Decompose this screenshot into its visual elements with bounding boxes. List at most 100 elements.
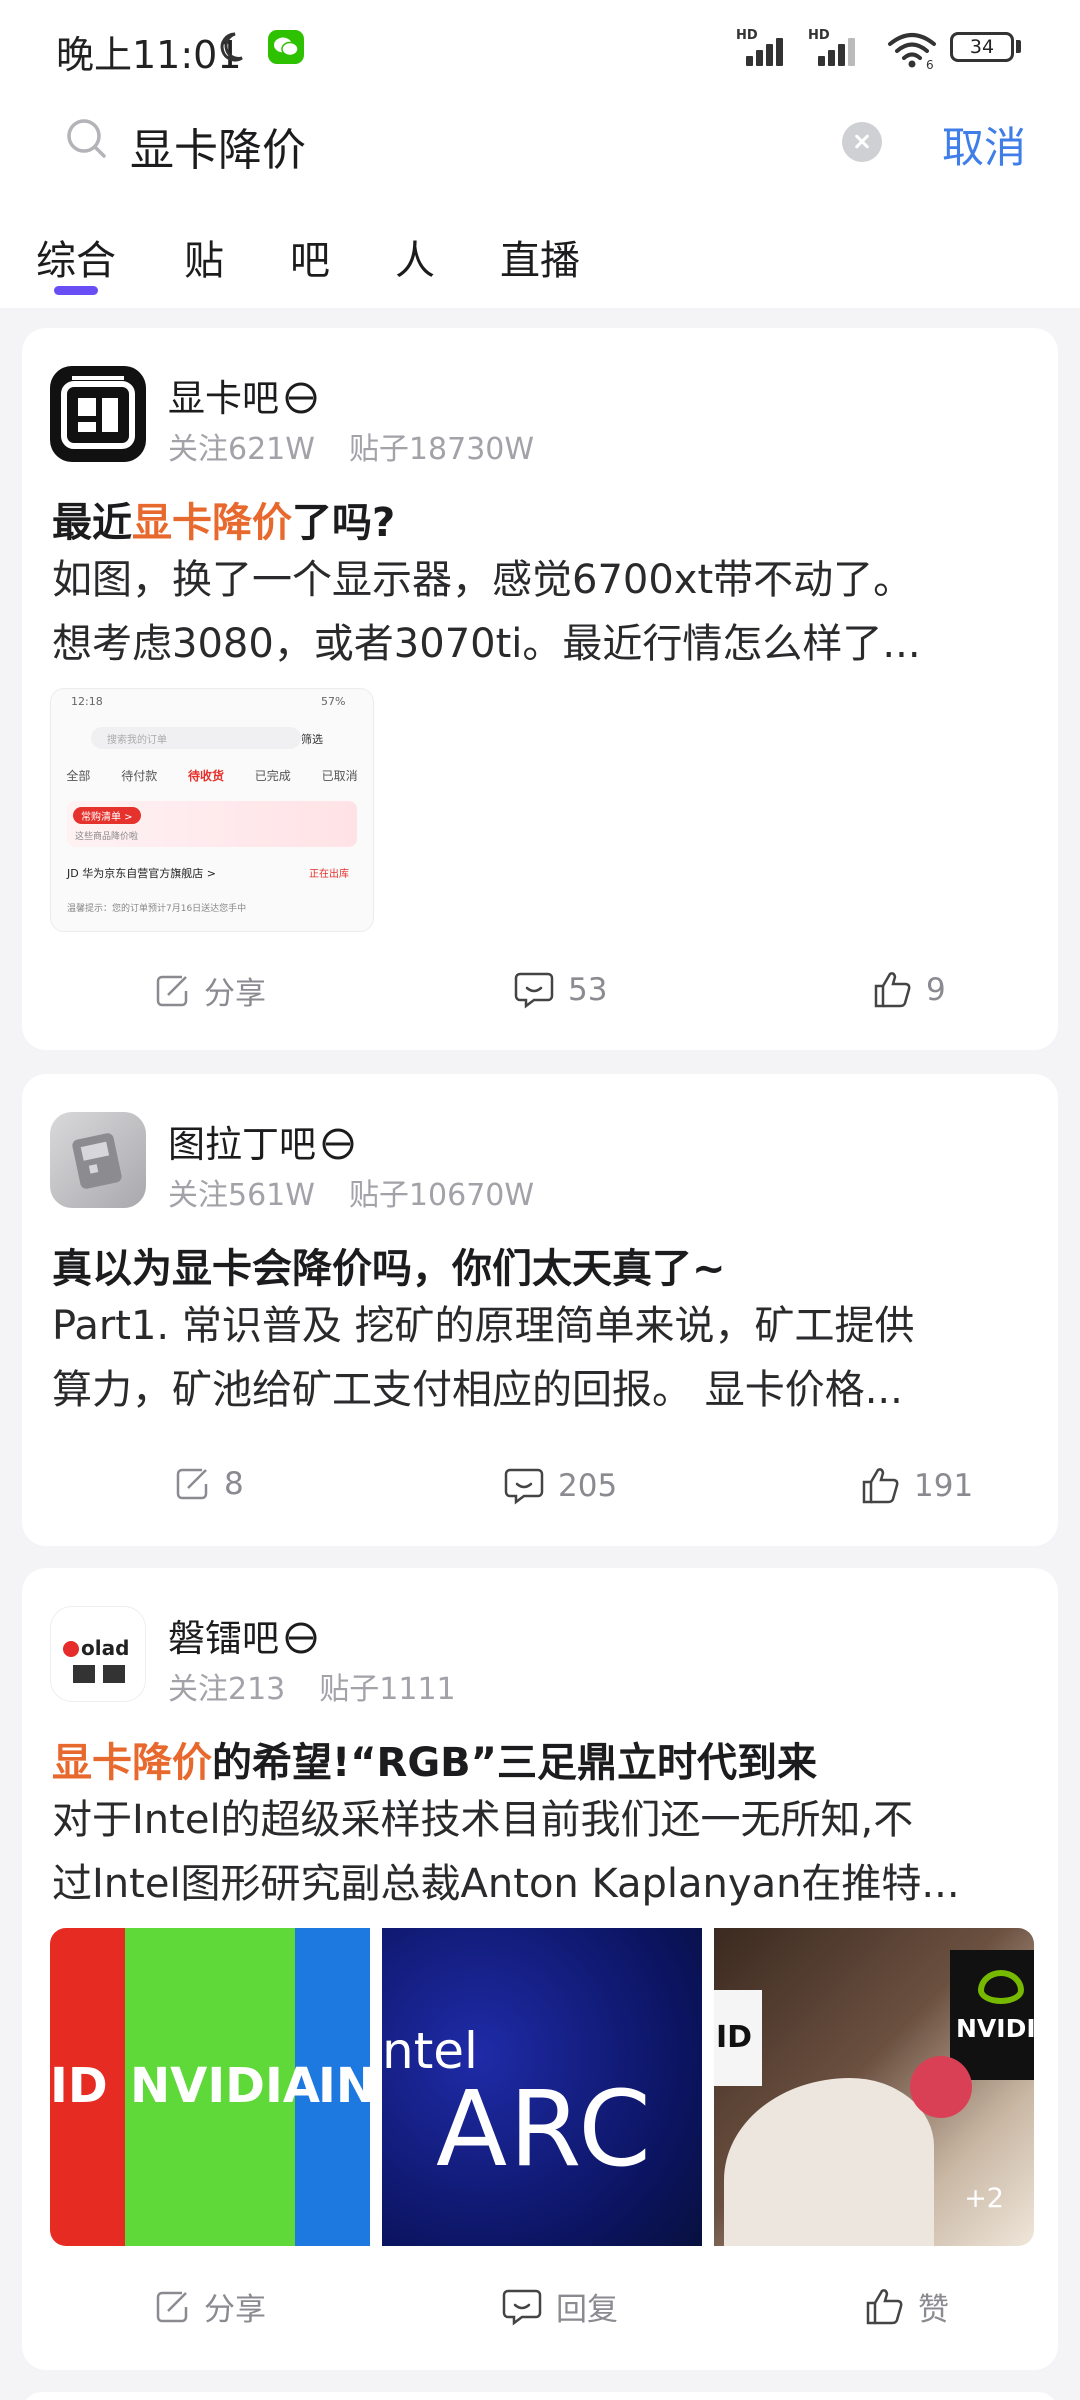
forum-name-text: 磐镭吧 [168,1617,279,1660]
post-image[interactable]: ID NVIDIA IN [50,1928,370,2246]
follower-count: 关注561W [168,1178,315,1213]
tab-users[interactable]: 人 [395,228,435,286]
post-thumbnail[interactable]: 12:18 57% 搜索我的订单 筛选 全部 待付款 待收货 已完成 已取消 常… [50,688,374,932]
comment-count: 53 [568,972,608,1008]
post-title[interactable]: 真以为显卡会降价吗，你们太天真了~ [52,1236,726,1294]
post-image[interactable]: ntel ARC [382,1928,702,2246]
comment-icon [514,972,554,1009]
battery-level: 34 [969,36,995,58]
battery-icon: 34 [950,32,1014,62]
thumbs-up-icon [866,2288,903,2324]
like-count: 191 [914,1468,974,1504]
share-button[interactable]: 8 [172,1464,244,1504]
like-button[interactable]: 赞 [862,2284,949,2329]
title-highlight: 显卡降价 [132,500,292,546]
moon-icon [220,32,243,62]
cancel-button[interactable]: 取消 [942,114,1026,175]
post-excerpt[interactable]: 如图，换了一个显示器，感觉6700xt带不动了。 想考虑3080，或者3070t… [52,548,1037,676]
forum-stats: 关注213 贴子1111 [168,1664,456,1708]
post-title[interactable]: 最近显卡降价了吗? [52,490,395,548]
tab-forums[interactable]: 吧 [290,228,330,286]
thumb-tab: 已完成 [254,769,291,783]
forum-name[interactable]: 图拉丁吧 [168,1114,356,1168]
share-label: 分享 [204,976,266,1012]
post-card[interactable]: 图拉丁吧 关注561W 贴子10670W 真以为显卡会降价吗，你们太天真了~ Pa… [22,1074,1058,1546]
image-text: IN [318,2058,370,2114]
share-button[interactable]: 分享 [152,968,266,1013]
title-text: 了吗? [292,500,396,546]
like-button[interactable]: 9 [870,968,946,1012]
thumb-status: 12:18 57% [71,695,373,708]
more-images-count: +2 [964,2183,1004,2214]
thumb-promo-note: 这些商品降价啦 [75,832,139,842]
svg-text:olad: olad [81,1636,129,1660]
post-count: 贴子1111 [319,1672,456,1707]
thumb-time: 12:18 [71,695,103,708]
forum-avatar[interactable] [50,366,146,462]
thumb-promo: 常购清单 > 这些商品降价啦 [67,801,357,847]
follower-count: 关注621W [168,432,315,467]
excerpt-line: 算力，矿池给矿工支付相应的回报。 显卡价格... [52,1367,903,1413]
battery-tip [1016,40,1021,53]
forum-name[interactable]: 显卡吧 [168,368,319,422]
clear-search-icon[interactable] [842,122,882,162]
forum-badge-icon [285,382,317,413]
share-count: 8 [224,1466,244,1502]
forum-badge-icon [285,1622,317,1653]
image-text: ID [50,2058,108,2114]
image-text: ARC [436,2068,653,2190]
share-icon [156,975,188,1006]
excerpt-line: 想考虑3080，或者3070ti。最近行情怎么样了... [52,621,921,667]
share-button[interactable]: 分享 [152,2284,266,2329]
post-excerpt[interactable]: Part1. 常识普及 挖矿的原理简单来说，矿工提供 算力，矿池给矿工支付相应的… [52,1294,1037,1422]
post-card[interactable]: 显卡吧 关注621W 贴子18730W 最近显卡降价了吗? 如图，换了一个显示器，… [22,328,1058,1050]
tab-indicator [54,286,98,295]
post-image[interactable]: ID NVIDIA +2 [714,1928,1034,2246]
excerpt-line: 如图，换了一个显示器，感觉6700xt带不动了。 [52,557,914,603]
thumbs-up-icon [874,972,911,1008]
share-label: 分享 [204,2292,266,2328]
comment-button[interactable]: 53 [512,968,607,1012]
title-highlight: 显卡降价 [52,1740,212,1786]
tab-posts[interactable]: 贴 [184,228,224,286]
thumb-note: 温馨提示：您的订单预计7月16日送达您手中 [67,904,247,914]
reply-button[interactable]: 回复 [500,2284,618,2329]
title-text: 的希望!“RGB”三足鼎立时代到来 [212,1740,817,1786]
like-button[interactable]: 191 [858,1464,973,1508]
thumb-tab: 待付款 [121,769,158,783]
comment-icon [502,2289,542,2325]
thumbs-up-icon [862,1468,899,1504]
post-count: 贴子10670W [348,1178,535,1213]
forum-name-text: 显卡吧 [168,377,279,420]
forum-avatar[interactable]: olad [50,1606,146,1702]
tab-comprehensive[interactable]: 综合 [36,228,116,286]
network-type: HD [736,28,758,43]
post-title[interactable]: 显卡降价的希望!“RGB”三足鼎立时代到来 [52,1730,817,1788]
post-card[interactable]: olad 磐镭吧 关注213 贴子1111 显卡降价的希望!“RGB”三足鼎立时代… [22,1568,1058,2370]
share-icon [156,2291,188,2322]
tab-live[interactable]: 直播 [500,228,580,286]
post-card-partial[interactable] [22,2392,1058,2400]
result-tabs: 综合 贴 吧 人 直播 [0,208,1080,308]
image-text: ID [716,2020,753,2055]
thumb-filter: 筛选 [301,733,323,746]
post-count: 贴子18730W [348,432,535,467]
forum-avatar[interactable] [50,1112,146,1208]
thumb-promo-pill: 常购清单 > [73,807,141,824]
wifi-icon: 6 [888,33,936,70]
search-input[interactable]: 显卡降价 [130,114,306,178]
excerpt-line: Part1. 常识普及 挖矿的原理简单来说，矿工提供 [52,1303,915,1349]
forum-stats: 关注621W 贴子18730W [168,424,534,468]
reply-label: 回复 [556,2292,618,2328]
comment-count: 205 [558,1468,618,1504]
thumb-battery: 57% [321,695,346,708]
forum-name[interactable]: 磐镭吧 [168,1608,319,1662]
like-count: 9 [926,972,946,1008]
comment-icon [504,1468,544,1505]
signal-icon: HD [736,28,792,68]
thumb-tab: 全部 [66,769,91,783]
comment-button[interactable]: 205 [502,1464,617,1508]
forum-badge-icon [322,1128,354,1159]
post-excerpt[interactable]: 对于Intel的超级采样技术目前我们还一无所知,不 过Intel图形研究副总裁A… [52,1788,1037,1916]
like-label: 赞 [918,2292,949,2328]
